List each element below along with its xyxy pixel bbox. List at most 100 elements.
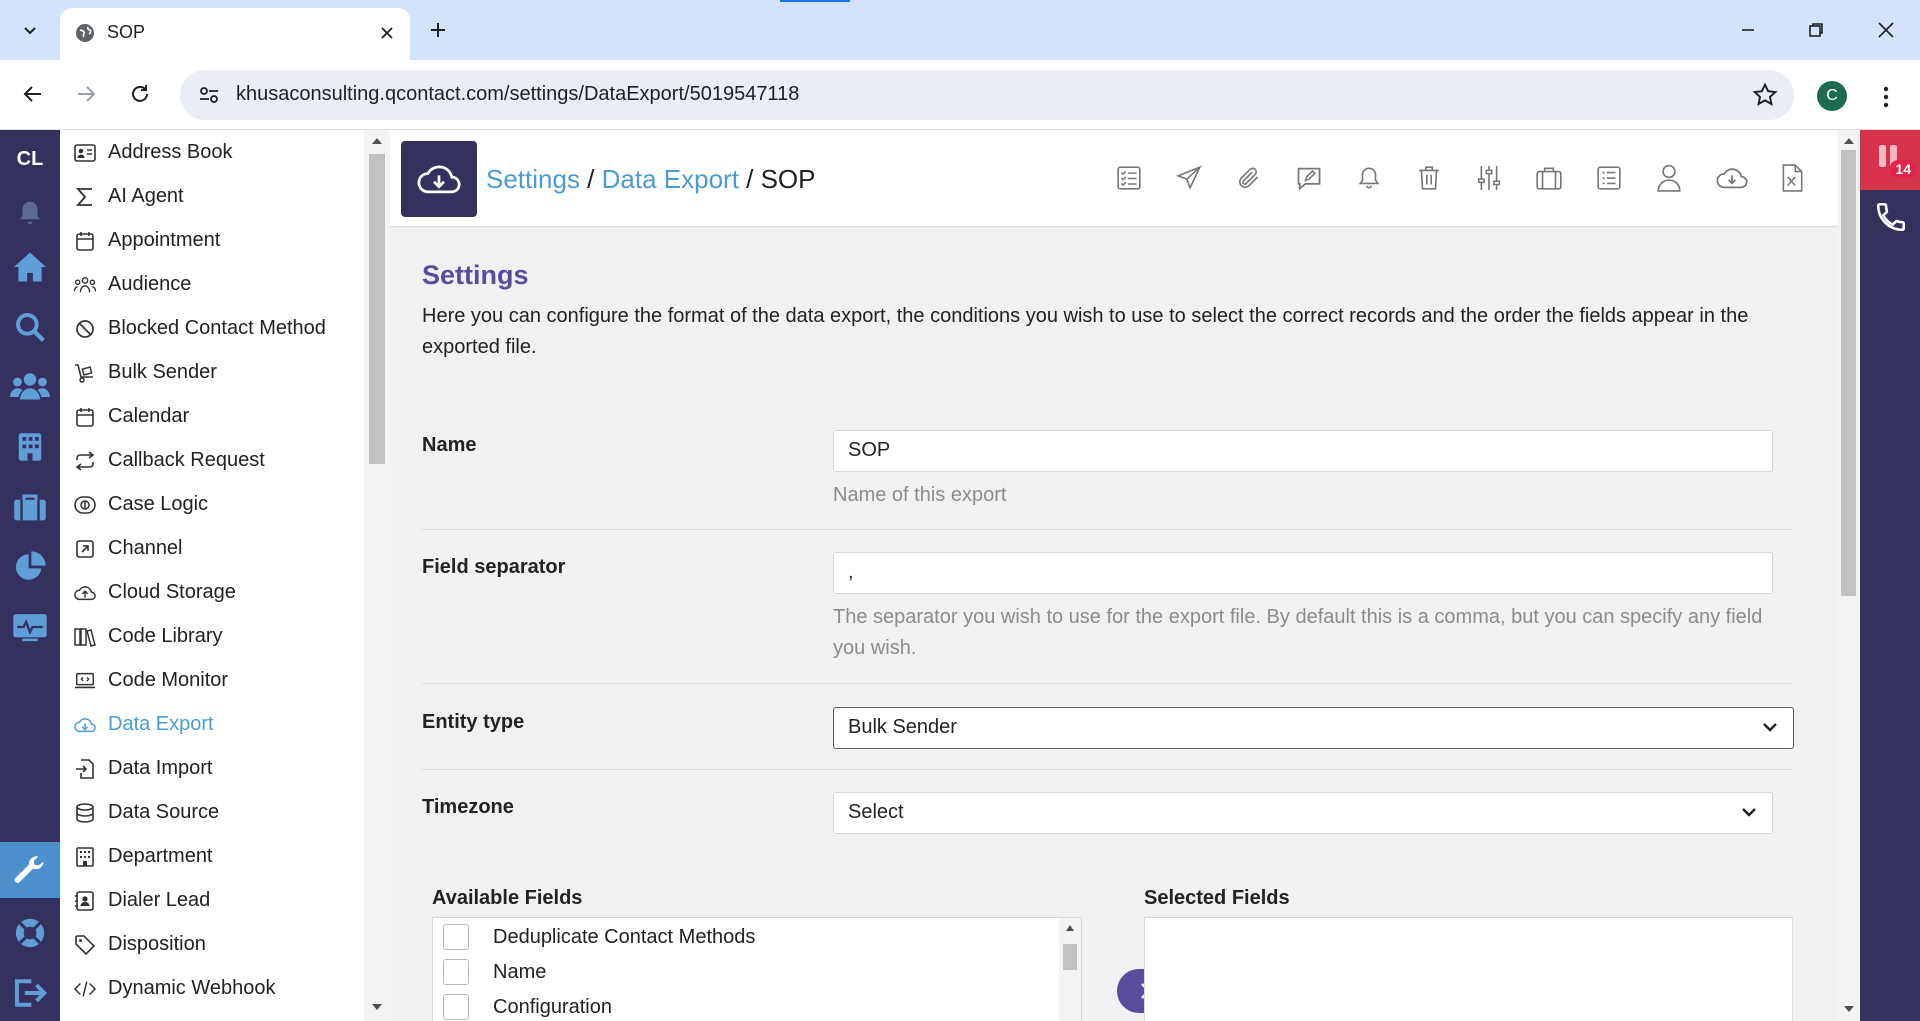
scroll-up-icon[interactable] <box>1843 136 1855 146</box>
bookmark-star-icon[interactable] <box>1752 82 1778 113</box>
breadcrumb-settings[interactable]: Settings <box>486 164 580 194</box>
separator-label: Field separator <box>422 556 566 578</box>
chevron-down-icon <box>1742 808 1756 817</box>
checklist-icon[interactable] <box>1109 158 1149 198</box>
menu-scroll-thumb[interactable] <box>369 154 385 464</box>
logout-icon[interactable] <box>0 968 60 1018</box>
paper-plane-icon[interactable] <box>1169 158 1209 198</box>
site-info-icon[interactable] <box>194 80 224 110</box>
sliders-icon[interactable] <box>1469 158 1509 198</box>
close-window-button[interactable] <box>1862 12 1910 48</box>
tab-search-button[interactable] <box>10 12 50 48</box>
scroll-thumb[interactable] <box>1063 944 1077 970</box>
list-item[interactable]: Deduplicate Contact Methods <box>443 922 755 952</box>
name-help: Name of this export <box>833 484 1007 506</box>
address-bar[interactable]: khusaconsulting.qcontact.com/settings/Da… <box>180 70 1794 120</box>
field-checkbox[interactable] <box>443 924 469 950</box>
menu-item-blocked-contact-method[interactable]: Blocked Contact Method <box>60 308 360 348</box>
wrench-icon[interactable] <box>0 842 60 898</box>
browser-tab[interactable]: SOP <box>60 8 410 60</box>
app-logo[interactable]: CL <box>0 148 60 171</box>
browser-menu-button[interactable] <box>1872 80 1900 114</box>
separator-field[interactable]: , <box>833 552 1773 594</box>
menu-item-department[interactable]: Department <box>60 836 360 876</box>
monitor-pulse-icon[interactable] <box>0 602 60 652</box>
scroll-up-icon[interactable] <box>371 136 383 146</box>
comment-edit-icon[interactable] <box>1289 158 1329 198</box>
page-header: Settings / Data Export / SOP <box>390 130 1837 227</box>
menu-item-callback-request[interactable]: Callback Request <box>60 440 360 480</box>
laptop-code-icon <box>74 670 96 692</box>
menu-scrollbar[interactable] <box>364 130 390 1021</box>
menu-item-data-source[interactable]: Data Source <box>60 792 360 832</box>
menu-item-code-monitor[interactable]: Code Monitor <box>60 660 360 700</box>
name-field[interactable]: SOP <box>833 430 1773 472</box>
menu-item-data-export[interactable]: Data Export <box>60 704 360 744</box>
database-icon <box>74 802 96 824</box>
bell-icon[interactable] <box>1349 158 1389 198</box>
user-icon[interactable] <box>1649 158 1689 198</box>
profile-avatar[interactable]: C <box>1817 81 1847 111</box>
phone-icon[interactable] <box>1874 200 1908 239</box>
menu-item-data-import[interactable]: Data Import <box>60 748 360 788</box>
main-panel: Settings / Data Export / SOP Settings He… <box>390 130 1860 1021</box>
menu-item-calendar[interactable]: Calendar <box>60 396 360 436</box>
menu-item-channel[interactable]: Channel <box>60 528 360 568</box>
home-icon[interactable] <box>0 242 60 292</box>
back-button[interactable] <box>13 74 53 114</box>
menu-item-dialer-lead[interactable]: Dialer Lead <box>60 880 360 920</box>
menu-item-audience[interactable]: Audience <box>60 264 360 304</box>
separator-help: The separator you wish to use for the ex… <box>833 606 1763 659</box>
users-icon[interactable] <box>0 362 60 412</box>
list-icon[interactable] <box>1589 158 1629 198</box>
cloud-upload-icon <box>74 582 96 604</box>
menu-item-ai-agent[interactable]: AI Agent <box>60 176 360 216</box>
selected-fields-list <box>1144 917 1793 1021</box>
search-icon[interactable] <box>0 302 60 352</box>
scroll-up-icon[interactable] <box>1065 924 1075 932</box>
minimize-button[interactable] <box>1724 12 1772 48</box>
suitcase-icon[interactable] <box>1529 158 1569 198</box>
menu-item-case-logic[interactable]: Case Logic <box>60 484 360 524</box>
main-scrollbar[interactable] <box>1837 130 1860 1021</box>
breadcrumb-data-export[interactable]: Data Export <box>602 164 739 194</box>
pie-chart-icon[interactable] <box>0 542 60 592</box>
menu-item-address-book[interactable]: Address Book <box>60 132 360 172</box>
url-text[interactable]: khusaconsulting.qcontact.com/settings/Da… <box>236 83 799 106</box>
bell-icon[interactable] <box>0 188 60 238</box>
list-item[interactable]: Name <box>443 957 546 987</box>
field-checkbox[interactable] <box>443 959 469 985</box>
briefcase-icon[interactable] <box>0 482 60 532</box>
repeat-icon <box>74 450 96 472</box>
paperclip-icon[interactable] <box>1229 158 1269 198</box>
menu-item-bulk-sender[interactable]: Bulk Sender <box>60 352 360 392</box>
new-tab-button[interactable] <box>422 14 454 46</box>
menu-item-dynamic-webhook[interactable]: Dynamic Webhook <box>60 968 360 1008</box>
forward-button[interactable] <box>66 74 106 114</box>
menu-item-disposition[interactable]: Disposition <box>60 924 360 964</box>
field-checkbox[interactable] <box>443 994 469 1020</box>
restore-button[interactable] <box>1792 12 1840 48</box>
logic-icon <box>74 494 96 516</box>
trash-icon[interactable] <box>1409 158 1449 198</box>
close-icon <box>1878 22 1894 38</box>
lifebuoy-icon[interactable] <box>0 908 60 958</box>
available-fields-scrollbar[interactable] <box>1059 918 1081 1021</box>
queue-button[interactable]: 14 <box>1860 130 1920 190</box>
contact-card-icon <box>74 890 96 912</box>
calendar-icon <box>74 406 96 428</box>
reload-button[interactable] <box>120 74 160 114</box>
timezone-select[interactable]: Select <box>833 792 1773 834</box>
tab-close-icon[interactable] <box>374 20 400 46</box>
entity-type-select[interactable]: Bulk Sender <box>833 707 1794 749</box>
scroll-down-icon[interactable] <box>371 1002 383 1012</box>
file-excel-icon[interactable] <box>1772 158 1812 198</box>
menu-item-code-library[interactable]: Code Library <box>60 616 360 656</box>
menu-item-cloud-storage[interactable]: Cloud Storage <box>60 572 360 612</box>
scroll-down-icon[interactable] <box>1843 1004 1855 1014</box>
menu-item-appointment[interactable]: Appointment <box>60 220 360 260</box>
list-item[interactable]: Configuration <box>443 992 612 1021</box>
cloud-download-icon[interactable] <box>1712 158 1752 198</box>
building-icon[interactable] <box>0 422 60 472</box>
main-scroll-thumb[interactable] <box>1841 150 1856 596</box>
